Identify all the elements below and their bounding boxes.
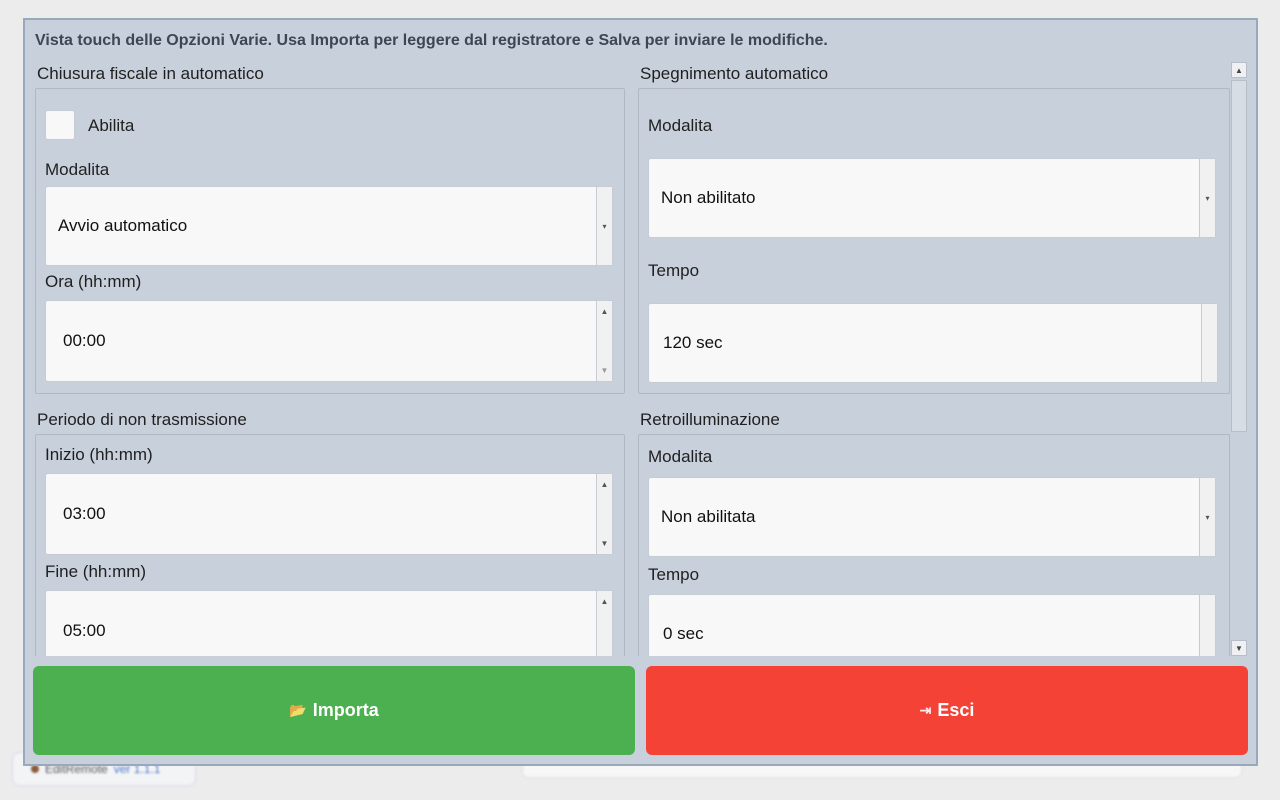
- import-button-label: Importa: [312, 700, 379, 720]
- slider-handle[interactable]: [1199, 595, 1215, 656]
- spin-up-icon[interactable]: ▲: [601, 597, 609, 606]
- retro-mode-value: Non abilitata: [661, 507, 756, 526]
- exit-button[interactable]: ⇥ Esci: [646, 666, 1248, 755]
- spegnimento-time-value: 120 sec: [663, 333, 723, 352]
- spegnimento-mode-label: Modalita: [648, 116, 713, 135]
- spinner-arrows[interactable]: ▲ ▼: [596, 301, 612, 381]
- retro-title: Retroilluminazione: [640, 410, 780, 429]
- right-column: Spegnimento automatico Modalita Non abil…: [638, 58, 1230, 656]
- left-column: Chiusura fiscale in automatico Abilita M…: [35, 58, 627, 656]
- spinner-arrows[interactable]: ▲ ▼: [596, 474, 612, 554]
- periodo-end-label: Fine (hh:mm): [45, 562, 147, 581]
- chiusura-enable-label: Abilita: [88, 116, 135, 135]
- spegnimento-group: Modalita Non abilitato ▾ Tempo 120 sec: [638, 88, 1230, 394]
- retro-mode-select[interactable]: Non abilitata ▾: [648, 477, 1216, 557]
- chiusura-group: Abilita Modalita Avvio automatico ▾ Ora …: [35, 88, 625, 394]
- spin-down-icon[interactable]: ▼: [601, 366, 609, 375]
- scroll-down-icon[interactable]: ▼: [1231, 640, 1247, 656]
- spin-up-icon[interactable]: ▲: [601, 480, 609, 489]
- retro-time-slider[interactable]: 0 sec: [648, 594, 1216, 656]
- import-button[interactable]: 📂 Importa: [33, 666, 635, 755]
- scrollbar-thumb[interactable]: [1231, 80, 1247, 432]
- options-dialog: Vista touch delle Opzioni Varie. Usa Imp…: [23, 18, 1258, 766]
- vertical-scrollbar[interactable]: ▲ ▼: [1231, 62, 1247, 656]
- dialog-header: Vista touch delle Opzioni Varie. Usa Imp…: [35, 32, 828, 49]
- chiusura-mode-select[interactable]: Avvio automatico ▾: [45, 186, 613, 266]
- chevron-down-icon[interactable]: ▾: [1199, 159, 1215, 237]
- retro-time-label: Tempo: [648, 565, 700, 584]
- slider-handle[interactable]: [1201, 304, 1217, 382]
- periodo-start-label: Inizio (hh:mm): [45, 445, 153, 464]
- periodo-start-value: 03:00: [63, 504, 106, 523]
- chevron-down-icon[interactable]: ▾: [1199, 478, 1215, 556]
- chiusura-time-value: 00:00: [63, 331, 106, 350]
- chiusura-time-spinner[interactable]: 00:00 ▲ ▼: [45, 300, 613, 382]
- spegnimento-mode-select[interactable]: Non abilitato ▾: [648, 158, 1216, 238]
- retro-group: Modalita Non abilitata ▾ Tempo 0 sec: [638, 434, 1230, 656]
- app-logo-icon: [31, 765, 39, 773]
- retro-mode-label: Modalita: [648, 447, 713, 466]
- periodo-end-value: 05:00: [63, 621, 106, 640]
- spegnimento-title: Spegnimento automatico: [640, 64, 829, 83]
- chiusura-title: Chiusura fiscale in automatico: [37, 64, 264, 83]
- spegnimento-time-label: Tempo: [648, 261, 700, 280]
- scroll-up-icon[interactable]: ▲: [1231, 62, 1247, 78]
- periodo-title: Periodo di non trasmissione: [37, 410, 247, 429]
- spegnimento-mode-value: Non abilitato: [661, 188, 756, 207]
- periodo-start-spinner[interactable]: 03:00 ▲ ▼: [45, 473, 613, 555]
- chiusura-enable-checkbox[interactable]: [45, 110, 75, 140]
- options-scroll-area[interactable]: Chiusura fiscale in automatico Abilita M…: [25, 58, 1245, 656]
- periodo-end-spinner[interactable]: 05:00 ▲ ▼: [45, 590, 613, 656]
- spegnimento-time-slider[interactable]: 120 sec: [648, 303, 1218, 383]
- folder-icon: 📂: [289, 702, 307, 718]
- chiusura-time-label: Ora (hh:mm): [45, 272, 142, 291]
- spin-down-icon[interactable]: ▼: [601, 539, 609, 548]
- chiusura-mode-label: Modalita: [45, 160, 110, 179]
- periodo-group: Inizio (hh:mm) 03:00 ▲ ▼ Fine (hh:mm) 05…: [35, 434, 625, 656]
- retro-time-value: 0 sec: [663, 624, 704, 643]
- spin-up-icon[interactable]: ▲: [601, 307, 609, 316]
- chevron-down-icon[interactable]: ▾: [596, 187, 612, 265]
- exit-button-label: Esci: [937, 700, 975, 720]
- exit-icon: ⇥: [919, 702, 932, 718]
- chiusura-mode-value: Avvio automatico: [58, 216, 188, 235]
- spinner-arrows[interactable]: ▲ ▼: [596, 591, 612, 656]
